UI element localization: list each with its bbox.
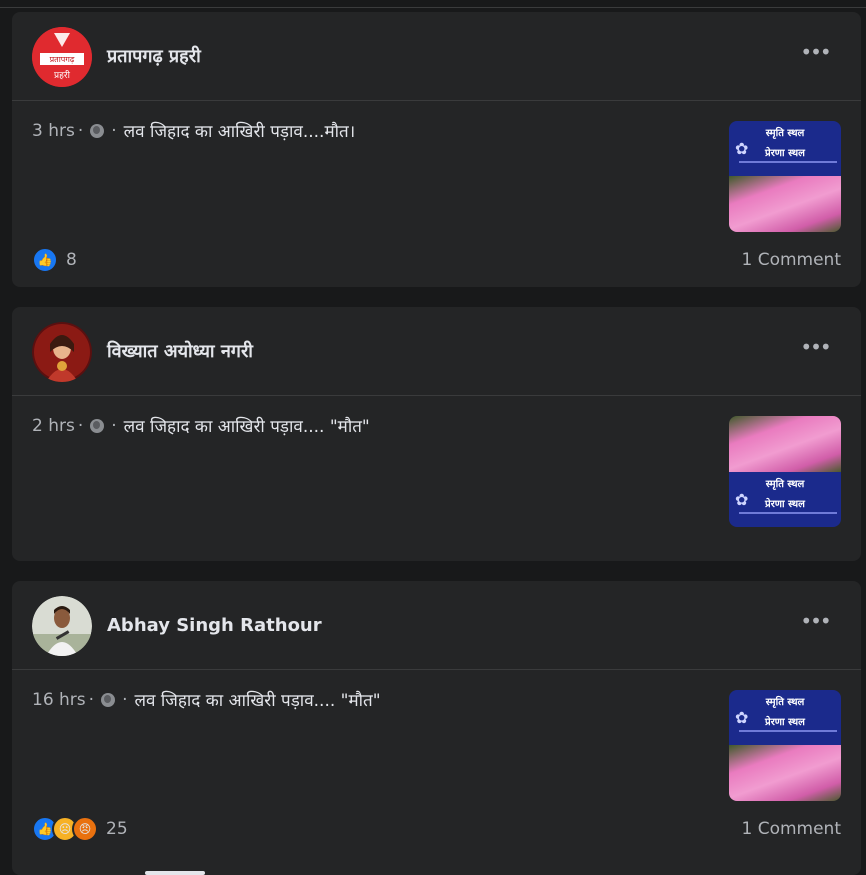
post-thumbnail[interactable]: स्मृति स्थल ✿ प्रेरणा स्थल	[729, 690, 841, 801]
reaction-count[interactable]: 8	[66, 250, 77, 270]
avatar[interactable]	[32, 322, 92, 382]
comments-link[interactable]: 1 Comment	[741, 250, 841, 270]
post-footer: 👍 8 1 Comment	[32, 247, 841, 273]
post-text: लव जिहाद का आखिरी पड़ाव....मौत।	[123, 122, 356, 142]
like-reaction-icon: 👍	[32, 247, 58, 273]
avatar-logo-subtext: प्रहरी	[54, 69, 71, 81]
separator-dot: ·	[122, 689, 128, 710]
separator-dot: ·	[111, 120, 117, 141]
post-card-2: विख्यात अयोध्या नगरी ••• 2 hrs · · लव जि…	[12, 307, 861, 561]
banner-rule	[739, 161, 837, 163]
more-horizontal-icon[interactable]: •••	[800, 335, 831, 359]
post-thumbnail[interactable]: स्मृति स्थल ✿ प्रेरणा स्थल	[729, 416, 841, 527]
thumbnail-photo	[729, 416, 841, 472]
post-meta: 16 hrs · · लव जिहाद का आखिरी पड़ाव.... "…	[32, 688, 381, 712]
post-text: लव जिहाद का आखिरी पड़ाव.... "मौत"	[123, 417, 370, 437]
banner-line-1: स्मृति स्थल	[765, 697, 805, 708]
avatar-logo-text: प्रतापगढ़	[50, 55, 75, 64]
avatar[interactable]: प्रतापगढ़ प्रहरी	[32, 27, 92, 87]
post-header: प्रतापगढ़ प्रहरी प्रतापगढ़ प्रहरी •••	[12, 12, 861, 100]
banner-line-2: प्रेरणा स्थल	[765, 148, 805, 159]
post-meta: 2 hrs · · लव जिहाद का आखिरी पड़ाव.... "म…	[32, 414, 370, 438]
more-horizontal-icon[interactable]: •••	[800, 609, 831, 633]
banner-line-2: प्रेरणा स्थल	[765, 717, 805, 728]
thumbnail-banner: स्मृति स्थल ✿ प्रेरणा स्थल	[729, 690, 841, 745]
separator-dot: ·	[77, 120, 84, 141]
post-thumbnail[interactable]: स्मृति स्थल ✿ प्रेरणा स्थल	[729, 121, 841, 232]
comments-link[interactable]: 1 Comment	[741, 819, 841, 839]
author-name[interactable]: प्रतापगढ़ प्रहरी	[107, 12, 201, 100]
banner-line-1: स्मृति स्थल	[765, 479, 805, 490]
post-card-1: प्रतापगढ़ प्रहरी प्रतापगढ़ प्रहरी ••• 3 …	[12, 12, 861, 287]
separator-dot: ·	[77, 415, 84, 436]
post-meta: 3 hrs · · लव जिहाद का आखिरी पड़ाव....मौत…	[32, 119, 356, 143]
banner-rule	[739, 512, 837, 514]
author-name[interactable]: Abhay Singh Rathour	[107, 581, 322, 669]
post-header: विख्यात अयोध्या नगरी •••	[12, 307, 861, 395]
scroll-indicator	[145, 871, 205, 875]
top-divider	[0, 7, 866, 8]
post-time[interactable]: 3 hrs	[32, 121, 75, 141]
post-body: 2 hrs · · लव जिहाद का आखिरी पड़ाव.... "म…	[12, 396, 861, 561]
post-card-3: Abhay Singh Rathour ••• 16 hrs · · लव जि…	[12, 581, 861, 875]
separator-dot: ·	[111, 415, 117, 436]
thumbnail-banner: स्मृति स्थल ✿ प्रेरणा स्थल	[729, 121, 841, 176]
banner-line-1: स्मृति स्थल	[765, 128, 805, 139]
separator-dot: ·	[88, 689, 95, 710]
more-horizontal-icon[interactable]: •••	[800, 40, 831, 64]
thumbnail-photo	[729, 745, 841, 801]
banner-rule	[739, 730, 837, 732]
post-time[interactable]: 16 hrs	[32, 690, 86, 710]
post-footer: 👍 ☹ 😠 25 1 Comment	[32, 816, 841, 842]
post-header: Abhay Singh Rathour •••	[12, 581, 861, 669]
thumbnail-photo	[729, 176, 841, 232]
post-body: 16 hrs · · लव जिहाद का आखिरी पड़ाव.... "…	[12, 670, 861, 875]
post-text: लव जिहाद का आखिरी पड़ाव.... "मौत"	[134, 691, 381, 711]
globe-icon	[90, 418, 105, 433]
post-body: 3 hrs · · लव जिहाद का आखिरी पड़ाव....मौत…	[12, 101, 861, 287]
angry-reaction-icon: 😠	[72, 816, 98, 842]
reactions[interactable]: 👍 8	[32, 247, 77, 273]
post-time[interactable]: 2 hrs	[32, 416, 75, 436]
banner-line-2: प्रेरणा स्थल	[765, 499, 805, 510]
avatar[interactable]	[32, 596, 92, 656]
reaction-count[interactable]: 25	[106, 819, 128, 839]
author-name[interactable]: विख्यात अयोध्या नगरी	[107, 307, 253, 395]
globe-icon	[90, 123, 105, 138]
reactions[interactable]: 👍 ☹ 😠 25	[32, 816, 128, 842]
thumbnail-banner: स्मृति स्थल ✿ प्रेरणा स्थल	[729, 472, 841, 527]
globe-icon	[101, 692, 116, 707]
